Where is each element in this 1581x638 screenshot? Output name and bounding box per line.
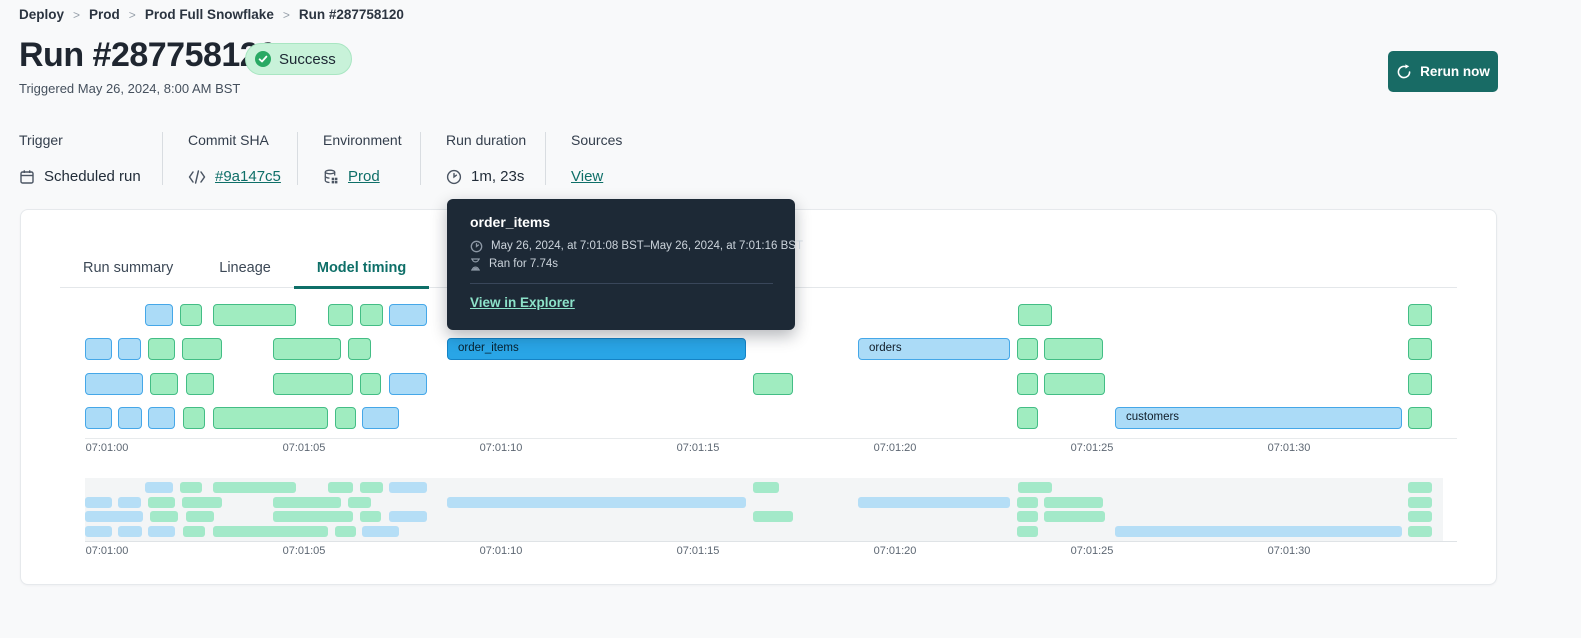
meta-column-environment: Environment Prod bbox=[298, 132, 421, 185]
gantt-bar[interactable] bbox=[183, 407, 205, 429]
gantt-bar[interactable] bbox=[328, 304, 353, 326]
gantt-bar[interactable] bbox=[1408, 304, 1432, 326]
gantt-bar[interactable] bbox=[180, 304, 202, 326]
gantt-bar[interactable] bbox=[335, 407, 356, 429]
gantt-bar[interactable] bbox=[118, 407, 142, 429]
gantt-bar[interactable] bbox=[348, 338, 371, 360]
page-title: Run #287758120 bbox=[19, 36, 277, 74]
triggered-timestamp: Triggered May 26, 2024, 8:00 AM BST bbox=[19, 81, 241, 96]
meta-column-run-duration: Run duration 1m, 23s bbox=[421, 132, 546, 185]
gantt-bar[interactable] bbox=[182, 338, 222, 360]
meta-column-commit-sha: Commit SHA #9a147c5 bbox=[163, 132, 298, 185]
gantt-bar[interactable] bbox=[148, 338, 175, 360]
code-icon bbox=[188, 169, 206, 184]
gantt-bar[interactable] bbox=[1044, 338, 1103, 360]
gantt-bar[interactable] bbox=[1018, 304, 1052, 326]
gantt-bar[interactable] bbox=[145, 304, 173, 326]
breadcrumb-item[interactable]: Prod bbox=[89, 7, 120, 22]
status-badge-label: Success bbox=[279, 50, 336, 68]
breadcrumb-item[interactable]: Prod Full Snowflake bbox=[145, 7, 274, 22]
meta-label: Environment bbox=[323, 132, 402, 148]
gantt-bar-orders[interactable]: orders bbox=[858, 338, 1010, 360]
breadcrumb-separator: > bbox=[73, 7, 81, 22]
tooltip-time-range: May 26, 2024, at 7:01:08 BST–May 26, 202… bbox=[491, 240, 803, 252]
gantt-bar-order_items[interactable]: order_items bbox=[447, 338, 746, 360]
run-detail-page: Deploy > Prod > Prod Full Snowflake > Run #287… bbox=[0, 0, 1581, 638]
meta-value-sources[interactable]: View bbox=[571, 168, 603, 185]
meta-column-trigger: Trigger Scheduled run bbox=[19, 132, 163, 185]
gantt-bar[interactable] bbox=[118, 338, 141, 360]
calendar-icon bbox=[19, 169, 35, 185]
meta-value-environment[interactable]: Prod bbox=[348, 168, 380, 185]
model-timing-tooltip: order_items May 26, 2024, at 7:01:08 BST… bbox=[447, 199, 803, 330]
gantt-bar[interactable] bbox=[362, 407, 399, 429]
tooltip-divider bbox=[470, 283, 773, 284]
gantt-bar[interactable] bbox=[1044, 373, 1105, 395]
tab-run-summary[interactable]: Run summary bbox=[60, 250, 196, 287]
meta-label: Trigger bbox=[19, 132, 63, 148]
refresh-icon bbox=[1396, 63, 1412, 80]
gantt-bar[interactable] bbox=[1408, 407, 1432, 429]
gantt-bar[interactable] bbox=[753, 373, 793, 395]
rerun-now-label: Rerun now bbox=[1420, 64, 1490, 79]
meta-value-trigger: Scheduled run bbox=[44, 168, 141, 185]
breadcrumb-separator: > bbox=[282, 7, 290, 22]
run-meta-row: Trigger Scheduled run Commit SHA #9a147c5 En… bbox=[19, 132, 646, 185]
tooltip-duration: Ran for 7.74s bbox=[489, 258, 559, 270]
gantt-bar[interactable] bbox=[360, 373, 381, 395]
gantt-bar[interactable] bbox=[85, 338, 112, 360]
gantt-bar[interactable] bbox=[1017, 373, 1038, 395]
gantt-bar-customers[interactable]: customers bbox=[1115, 407, 1402, 429]
tab-model-timing[interactable]: Model timing bbox=[293, 250, 430, 289]
meta-column-sources: Sources View bbox=[546, 132, 646, 185]
gantt-bar[interactable] bbox=[85, 373, 143, 395]
gantt-bar[interactable] bbox=[1408, 338, 1432, 360]
gantt-bar[interactable] bbox=[1017, 407, 1038, 429]
rerun-now-button[interactable]: Rerun now bbox=[1388, 51, 1498, 92]
check-circle-icon bbox=[255, 51, 271, 67]
hourglass-icon bbox=[470, 257, 481, 271]
clock-icon bbox=[446, 169, 462, 185]
gantt-bar[interactable] bbox=[389, 373, 427, 395]
tab-lineage[interactable]: Lineage bbox=[196, 250, 294, 287]
gantt-bar[interactable] bbox=[150, 373, 178, 395]
breadcrumb-separator: > bbox=[128, 7, 136, 22]
gantt-bar[interactable] bbox=[273, 373, 353, 395]
meta-value-run-duration: 1m, 23s bbox=[471, 168, 525, 185]
gantt-bar[interactable] bbox=[85, 407, 112, 429]
gantt-bar[interactable] bbox=[1017, 338, 1038, 360]
gantt-bar[interactable] bbox=[148, 407, 175, 429]
database-icon bbox=[323, 169, 339, 185]
breadcrumb-item: Run #287758120 bbox=[298, 7, 404, 22]
gantt-bar[interactable] bbox=[360, 304, 383, 326]
meta-value-commit-sha[interactable]: #9a147c5 bbox=[215, 168, 281, 185]
breadcrumb: Deploy > Prod > Prod Full Snowflake > Run #287… bbox=[19, 7, 404, 22]
gantt-bar[interactable] bbox=[186, 373, 214, 395]
gantt-bar[interactable] bbox=[389, 304, 427, 326]
tooltip-model-name: order_items bbox=[470, 214, 551, 230]
clock-icon bbox=[470, 240, 483, 253]
view-in-explorer-link[interactable]: View in Explorer bbox=[470, 295, 575, 310]
status-badge: Success bbox=[245, 43, 352, 75]
gantt-bar[interactable] bbox=[213, 407, 328, 429]
gantt-bar[interactable] bbox=[1408, 373, 1432, 395]
meta-label: Commit SHA bbox=[188, 132, 269, 148]
breadcrumb-item[interactable]: Deploy bbox=[19, 7, 64, 22]
meta-label: Sources bbox=[571, 132, 623, 148]
gantt-bar[interactable] bbox=[213, 304, 296, 326]
gantt-bar[interactable] bbox=[273, 338, 341, 360]
meta-label: Run duration bbox=[446, 132, 527, 148]
